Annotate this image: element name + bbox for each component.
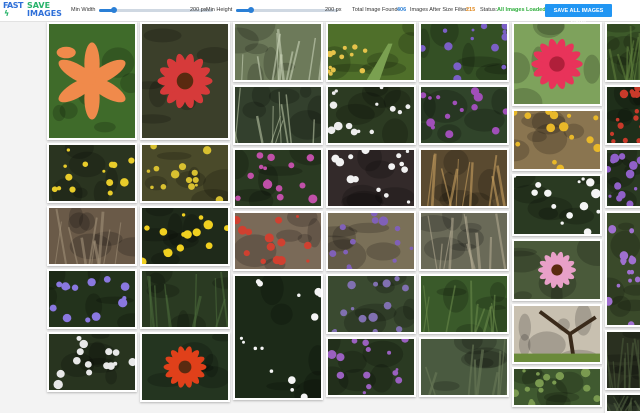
photo-grass-seedheads[interactable] — [233, 22, 323, 82]
min-height-label: Min Height — [206, 7, 232, 13]
min-width-slider-thumb[interactable] — [111, 7, 117, 13]
photo-quaking-grass[interactable] — [233, 85, 323, 145]
save-all-images-button[interactable]: SAVE ALL IMAGES NOW! — [545, 4, 612, 17]
min-height-slider-thumb[interactable] — [248, 7, 254, 13]
photo-green-foliage[interactable] — [605, 22, 640, 82]
photo-dark-foliage[interactable] — [140, 269, 230, 329]
logo-bolt-icon: ϟ — [4, 10, 9, 18]
photo-purple-spikes[interactable] — [326, 211, 416, 271]
photo-white-daisies[interactable] — [233, 274, 323, 400]
min-height-value: 200 px — [325, 7, 342, 13]
photo-purple-clover[interactable] — [326, 337, 416, 397]
photo-dried-seedheads[interactable] — [419, 148, 509, 208]
photo-green-bottom[interactable] — [512, 367, 602, 407]
status-value: All Images Loaded — [497, 7, 546, 13]
photo-sunflower-pots[interactable] — [512, 109, 602, 171]
photo-grass-meadow[interactable] — [419, 211, 509, 271]
photo-orange-zinnia[interactable] — [140, 332, 230, 402]
toolbar: FAST SAVE ϟ IMAGES Min Width 200 px Min … — [0, 0, 640, 22]
total-images-label: Total Image Found: — [352, 7, 399, 13]
photo-white-phlox[interactable] — [326, 148, 416, 208]
photo-garden-path[interactable] — [326, 22, 416, 82]
photo-white-wildflowers[interactable] — [326, 85, 416, 145]
min-height-slider[interactable] — [236, 9, 338, 12]
photo-green-meadow[interactable] — [419, 274, 509, 334]
photo-red-leaves[interactable] — [605, 85, 640, 145]
photo-lavender-spikes[interactable] — [326, 274, 416, 334]
status-label: Status: — [480, 7, 497, 13]
photo-purple-flowers-right[interactable] — [605, 148, 640, 208]
fast-save-images-logo: FAST SAVE ϟ IMAGES — [3, 2, 67, 18]
photo-yellow-wildflowers[interactable] — [47, 143, 137, 203]
photo-blurred-green[interactable] — [419, 337, 509, 397]
photo-pink-rose[interactable] — [512, 22, 602, 106]
photo-tree-branch[interactable] — [512, 304, 602, 364]
photo-red-yellow-gaillardia[interactable] — [140, 22, 230, 140]
min-width-label: Min Width — [71, 7, 95, 13]
photo-purple-asters[interactable] — [419, 22, 509, 82]
photo-dry-grass[interactable] — [47, 206, 137, 266]
photo-white-flower-stems[interactable] — [47, 332, 137, 392]
photo-pink-anemone[interactable] — [512, 239, 602, 301]
photo-white-flowers-green[interactable] — [512, 174, 602, 236]
min-width-value: 200 px — [190, 7, 207, 13]
after-filter-label: Images After Size Filter: — [410, 7, 468, 13]
photo-red-zinnias-wall[interactable] — [233, 211, 323, 271]
photo-yellow-meadow[interactable] — [140, 143, 230, 203]
image-gallery — [47, 22, 640, 400]
logo-images: IMAGES — [27, 10, 62, 18]
photo-foxglove[interactable] — [605, 211, 640, 327]
photo-snapdragons[interactable] — [233, 148, 323, 208]
photo-shadow-bottom[interactable] — [605, 393, 640, 413]
total-images-value: 406 — [397, 7, 406, 13]
photo-yellow-blooms[interactable] — [140, 206, 230, 266]
photo-dark-leaves[interactable] — [605, 330, 640, 390]
photo-purple-wildflowers[interactable] — [419, 85, 509, 145]
after-filter-value: 215 — [466, 7, 475, 13]
photo-orange-lily[interactable] — [47, 22, 137, 140]
photo-blue-asters[interactable] — [47, 269, 137, 329]
